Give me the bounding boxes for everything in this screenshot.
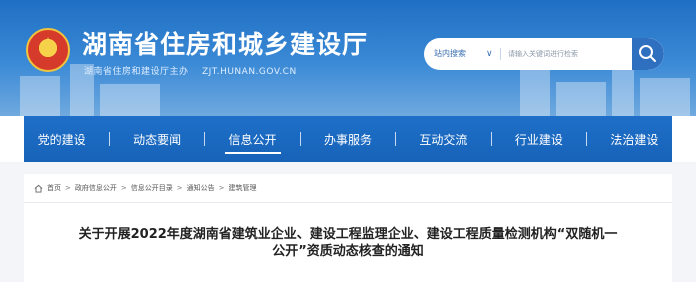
nav-item-info-disclosure[interactable]: 信息公开 <box>224 131 281 154</box>
search-divider <box>500 48 501 60</box>
nav-separator <box>395 132 397 146</box>
breadcrumb-notices[interactable]: 通知公告 <box>187 180 215 196</box>
site-title[interactable]: 湖南省住房和城乡建设厅 <box>82 30 368 60</box>
breadcrumb-separator: > <box>65 184 71 192</box>
national-emblem-icon: ★ <box>26 28 70 72</box>
article-title: 关于开展2022年度湖南省建筑业企业、建设工程监理企业、建设工程质量检测机构“双… <box>44 226 652 260</box>
nav-item-news[interactable]: 动态要闻 <box>129 131 185 148</box>
breadcrumb-divider <box>24 202 672 203</box>
breadcrumb: 首页 > 政府信息公开 > 信息公开目录 > 通知公告 > 建筑管理 <box>34 180 257 196</box>
article-title-line-2: 公开”资质动态核查的通知 <box>272 244 424 259</box>
search-button[interactable] <box>632 38 664 70</box>
breadcrumb-separator: > <box>218 184 225 192</box>
home-icon[interactable] <box>34 184 43 193</box>
sponsor-text: 湖南省住房和建设厅主办 <box>84 67 189 77</box>
site-subtitle: 湖南省住房和建设厅主办 ZJT.HUNAN.GOV.CN <box>84 64 297 77</box>
site-domain: ZJT.HUNAN.GOV.CN <box>201 67 297 77</box>
chevron-down-icon[interactable]: ∨ <box>486 38 493 70</box>
nav-item-interaction[interactable]: 互动交流 <box>415 131 471 148</box>
nav-separator <box>586 132 588 146</box>
nav-separator <box>490 132 492 146</box>
breadcrumb-gov-info[interactable]: 政府信息公开 <box>75 180 117 196</box>
nav-item-party-building[interactable]: 党的建设 <box>34 131 90 148</box>
site-header: ★ 湖南省住房和城乡建设厅 湖南省住房和建设厅主办 ZJT.HUNAN.GOV.… <box>0 0 696 116</box>
breadcrumb-separator: > <box>120 184 127 192</box>
breadcrumb-home[interactable]: 首页 <box>47 180 61 196</box>
nav-separator <box>204 132 206 146</box>
nav-item-services[interactable]: 办事服务 <box>320 131 376 148</box>
breadcrumb-catalog[interactable]: 信息公开目录 <box>131 180 173 196</box>
nav-item-rule-of-law[interactable]: 法治建设 <box>606 131 662 148</box>
breadcrumb-separator: > <box>176 184 183 192</box>
search-icon <box>639 45 656 62</box>
main-nav: 党的建设 动态要闻 信息公开 办事服务 互动交流 行业建设 法治建设 <box>24 116 672 162</box>
search-scope-select[interactable]: 站内搜索 <box>434 38 466 70</box>
nav-separator <box>108 132 110 146</box>
nav-separator <box>299 132 301 146</box>
article-title-line-1: 关于开展2022年度湖南省建筑业企业、建设工程监理企业、建设工程质量检测机构“双… <box>78 227 618 242</box>
content-panel: 首页 > 政府信息公开 > 信息公开目录 > 通知公告 > 建筑管理 关于开展2… <box>24 174 672 282</box>
nav-item-industry[interactable]: 行业建设 <box>511 131 567 148</box>
search-input[interactable] <box>508 38 638 70</box>
search-bar: 站内搜索 ∨ <box>424 38 664 70</box>
breadcrumb-construction[interactable]: 建筑管理 <box>229 180 257 196</box>
